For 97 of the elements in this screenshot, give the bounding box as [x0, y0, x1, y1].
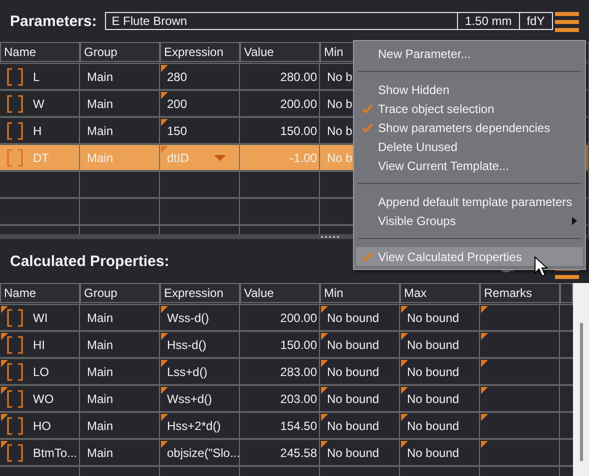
table-cell: No bound [327, 392, 380, 406]
table-cell: Hss-d() [167, 338, 206, 352]
table-cell: dtID [167, 150, 190, 164]
parameter-name: L [33, 70, 40, 84]
table-cell: No bound [407, 392, 460, 406]
table-cell: objsize("Slo... [167, 446, 240, 460]
table-cell: 150.00 [280, 338, 317, 352]
table-cell: No b [327, 124, 352, 138]
parameter-name: WO [33, 392, 54, 406]
bracket-icon [7, 362, 23, 380]
bracket-icon [7, 308, 23, 326]
bracket-icon [7, 122, 23, 140]
column-header[interactable]: Max [400, 284, 480, 305]
parameter-name: BtmTo... [33, 446, 78, 460]
column-header[interactable]: Group [80, 43, 160, 64]
check-icon [362, 122, 372, 132]
menu-item[interactable]: Append default template parameters [356, 192, 583, 211]
table-cell: 283.00 [280, 364, 317, 378]
table-cell: No bound [327, 338, 380, 352]
column-header[interactable]: Name [0, 284, 80, 305]
column-header[interactable] [560, 284, 573, 305]
parameter-name: HO [33, 418, 51, 432]
bracket-icon [7, 390, 23, 408]
column-header[interactable]: Group [80, 284, 160, 305]
parameter-name: WI [33, 310, 48, 324]
parameter-name: W [33, 96, 44, 110]
table-cell: No bound [407, 418, 460, 432]
column-header[interactable]: Expression [160, 43, 240, 64]
menu-item[interactable]: Show parameters dependencies [356, 118, 583, 137]
table-cell: No b [327, 150, 352, 164]
table-cell: No bound [407, 446, 460, 460]
check-icon [362, 252, 372, 262]
column-header[interactable]: Remarks [480, 284, 560, 305]
parameter-name: LO [33, 364, 50, 378]
menu-icon[interactable] [555, 10, 579, 32]
scrollbar[interactable] [573, 283, 589, 476]
check-icon [362, 104, 372, 114]
table-cell: Main [87, 70, 114, 84]
table-cell: 154.50 [280, 418, 317, 432]
table-cell: Main [87, 96, 114, 110]
table-cell: No bound [327, 446, 380, 460]
column-header[interactable]: Name [0, 43, 80, 64]
submenu-arrow-icon [572, 216, 577, 224]
column-header[interactable]: Min [320, 284, 400, 305]
table-cell: Main [87, 446, 114, 460]
table-cell: Main [87, 418, 114, 432]
table-cell: Main [87, 364, 114, 378]
table-cell: Main [87, 150, 114, 164]
bracket-icon [7, 94, 23, 112]
menu-item[interactable]: New Parameter... [356, 44, 583, 63]
table-cell: No bound [327, 364, 380, 378]
dropdown-arrow-icon[interactable] [214, 154, 226, 160]
menu-item[interactable]: Visible Groups [356, 211, 583, 230]
bracket-icon [7, 416, 23, 434]
table-cell: No bound [407, 338, 460, 352]
menu-item[interactable]: Trace object selection [356, 99, 583, 118]
table-cell: 150.00 [280, 124, 317, 138]
section-title: Calculated Properties: [10, 252, 170, 270]
scrollbar-thumb[interactable] [580, 323, 583, 461]
menu-item[interactable]: View Current Template... [356, 156, 583, 175]
table-cell: No bound [327, 418, 380, 432]
table-cell: No bound [327, 310, 380, 324]
panel-title: Parameters: [10, 12, 97, 30]
bracket-icon [7, 148, 23, 166]
parameter-name: DT [33, 150, 49, 164]
table-cell: No b [327, 70, 352, 84]
parameter-name: HI [33, 338, 45, 352]
table-cell: Main [87, 124, 114, 138]
column-header[interactable]: Value [240, 43, 320, 64]
parameter-name: H [33, 124, 42, 138]
table-cell: 280 [167, 70, 188, 84]
table-cell: No bound [407, 310, 460, 324]
table-cell: Main [87, 310, 114, 324]
table-cell: 203.00 [280, 392, 317, 406]
table-cell: Main [87, 338, 114, 352]
bracket-icon [7, 68, 23, 86]
menu-item[interactable]: Show Hidden [356, 80, 583, 99]
table-cell: No b [327, 96, 352, 110]
table-cell: Wss-d() [167, 310, 209, 324]
table-cell: 200 [167, 96, 188, 110]
table-cell: 200.00 [280, 310, 317, 324]
bracket-icon [7, 336, 23, 354]
menu-item[interactable]: Delete Unused [356, 137, 583, 156]
table-cell: 150 [167, 124, 188, 138]
table-cell: -1.00 [290, 150, 317, 164]
table-cell: Lss+d() [167, 364, 208, 378]
column-header[interactable]: Value [240, 284, 320, 305]
table-cell: 245.58 [280, 446, 317, 460]
table-cell: Hss+2*d() [167, 418, 221, 432]
table-cell: 200.00 [280, 96, 317, 110]
table-cell: Main [87, 392, 114, 406]
table-cell: No bound [407, 364, 460, 378]
table-cell: 280.00 [280, 70, 317, 84]
mouse-cursor-icon [534, 256, 548, 277]
column-header[interactable]: Expression [160, 284, 240, 305]
bracket-icon [7, 444, 23, 462]
table-cell: Wss+d() [167, 392, 212, 406]
